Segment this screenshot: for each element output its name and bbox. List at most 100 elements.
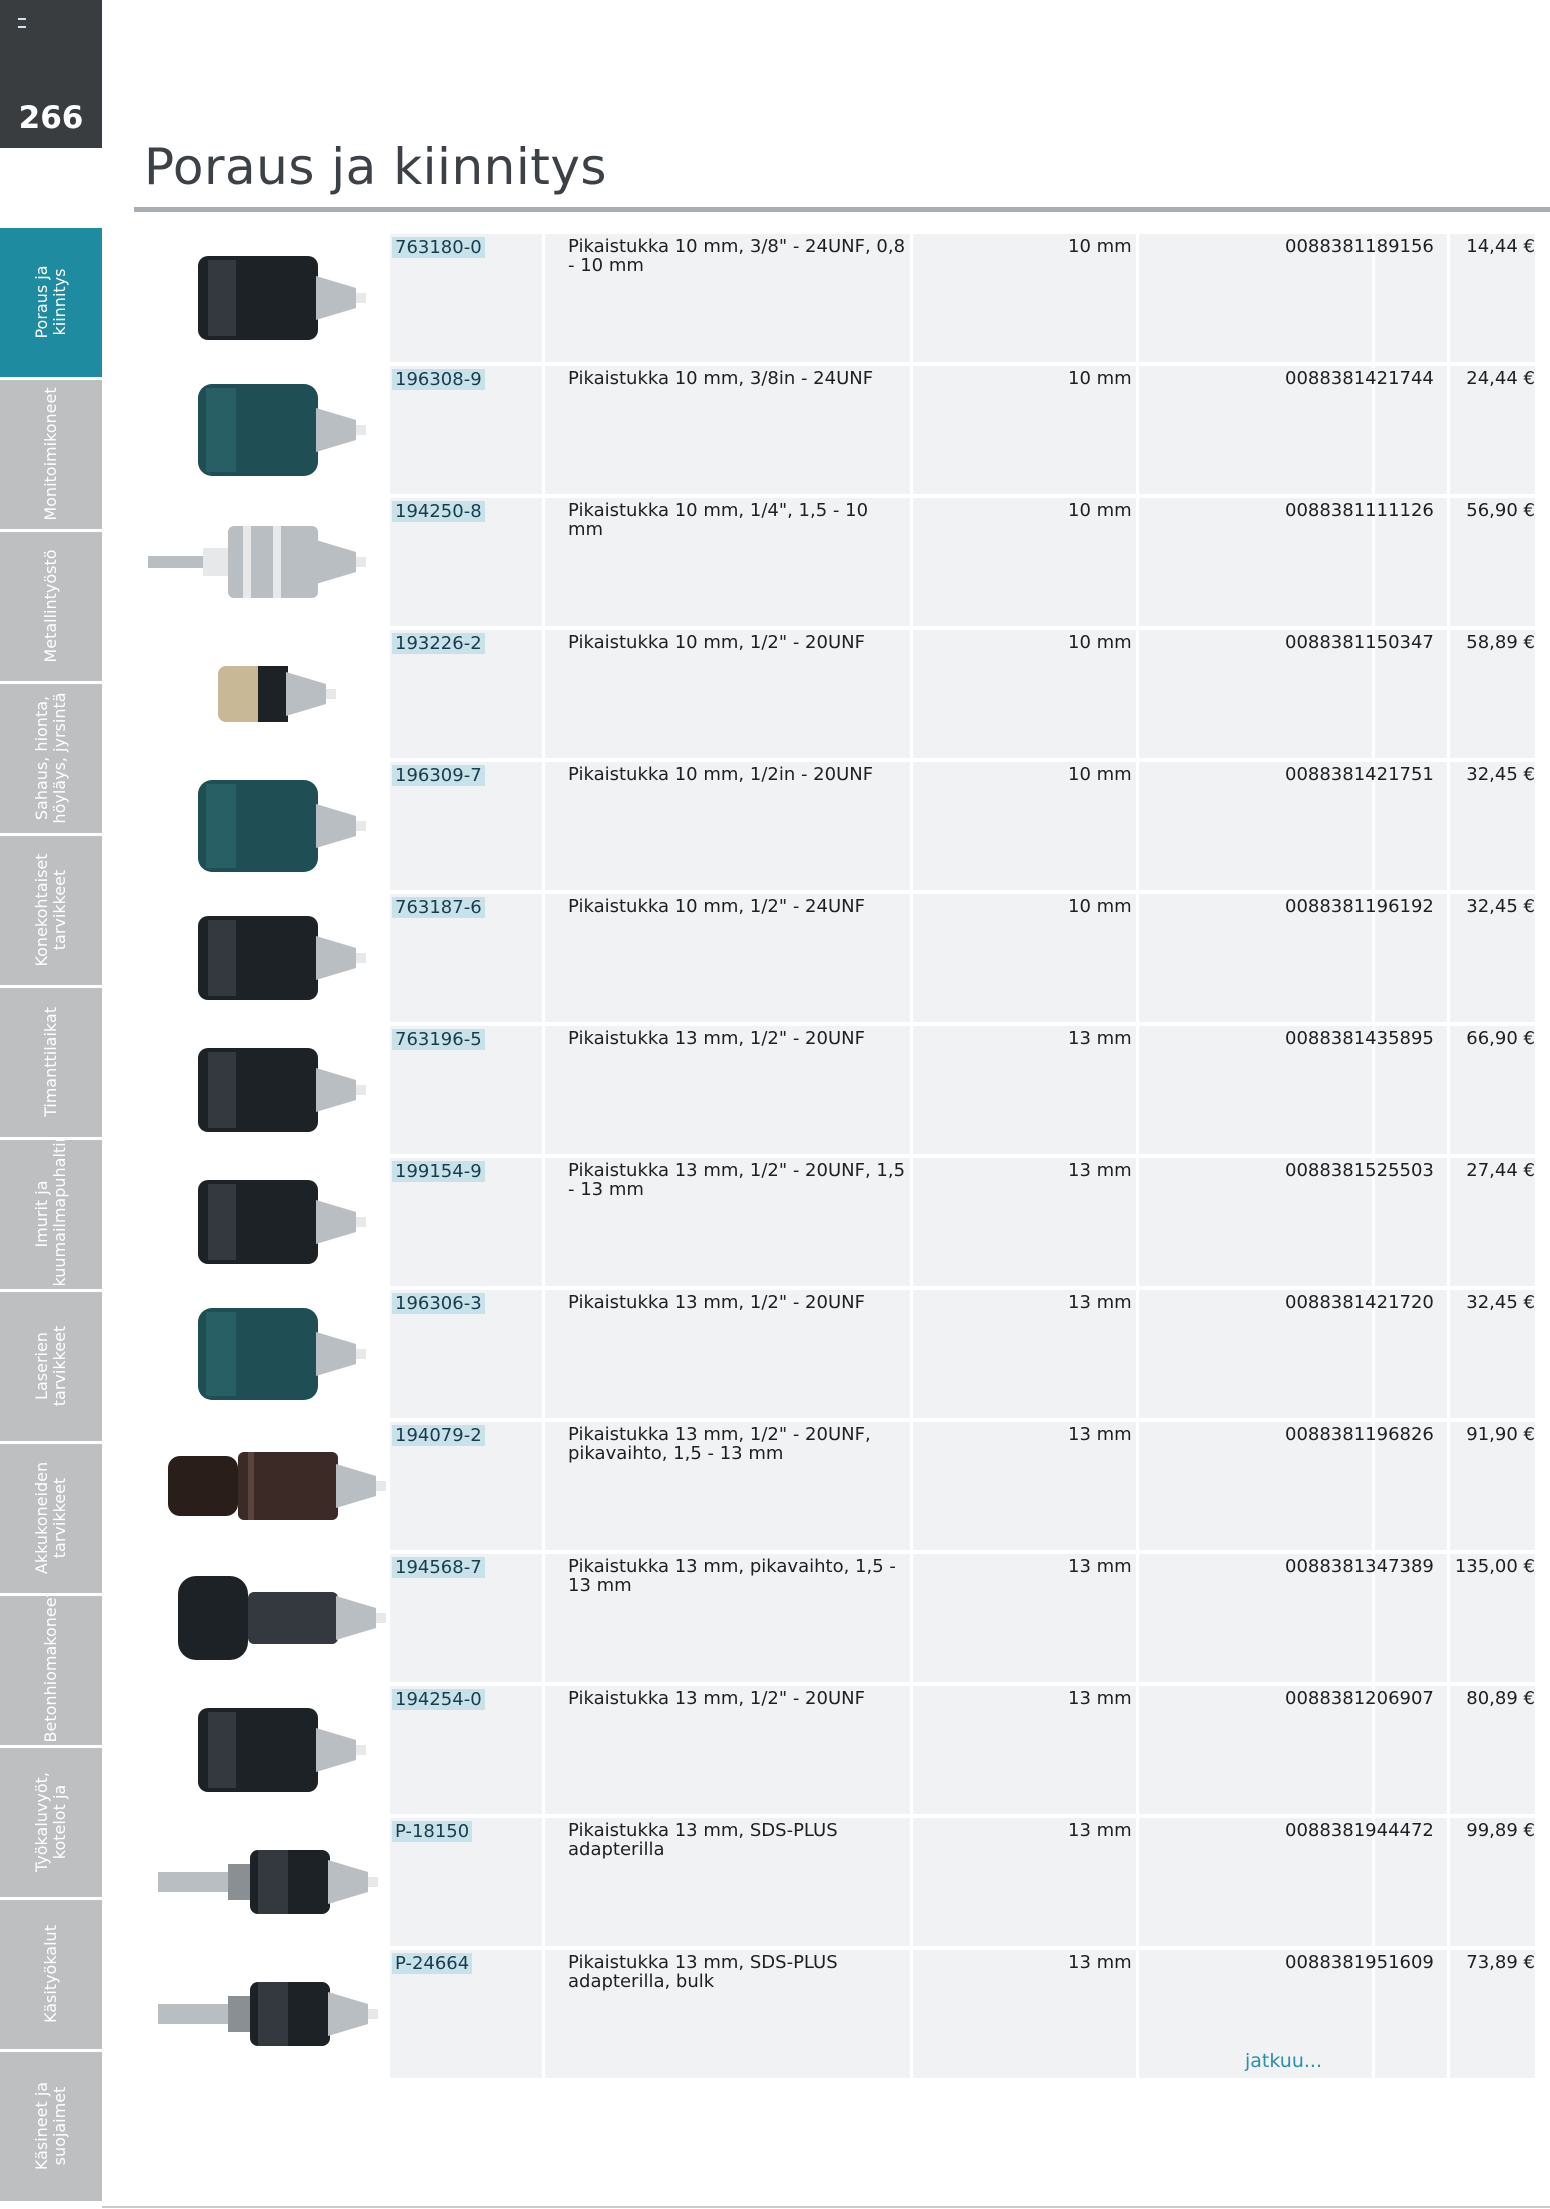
product-image (148, 234, 386, 362)
product-image (148, 1950, 386, 2078)
product-image (148, 1290, 386, 1418)
sidebar-tab[interactable]: Käsineet ja suojaimet (0, 2052, 102, 2201)
product-sku[interactable]: 194568-7 (392, 1557, 485, 1578)
column-separator (1136, 762, 1139, 890)
sidebar-tab[interactable]: Metallintyöstö (0, 532, 102, 681)
product-sku[interactable]: 196306-3 (392, 1293, 485, 1314)
product-row[interactable]: 193226-2 Pikaistukka 10 mm, 1/2" - 20UNF 1… (148, 630, 1535, 762)
continued-link[interactable]: jatkuu... (1245, 2050, 1322, 2072)
product-sku[interactable]: 196309-7 (392, 765, 485, 786)
product-price: 32,45 € (1466, 896, 1535, 917)
product-row[interactable]: 763196-5 Pikaistukka 13 mm, 1/2" - 20UNF 1… (148, 1026, 1535, 1158)
column-separator (542, 1950, 545, 2078)
sidebar-tab[interactable]: Imurit ja kuumailmapuhaltimet (0, 1140, 102, 1289)
product-sku[interactable]: 763196-5 (392, 1029, 485, 1050)
product-sku[interactable]: 196308-9 (392, 369, 485, 390)
product-row[interactable]: 763187-6 Pikaistukka 10 mm, 1/2" - 24UNF 1… (148, 894, 1535, 1026)
product-sku[interactable]: 194254-0 (392, 1689, 485, 1710)
product-row[interactable]: 196306-3 Pikaistukka 13 mm, 1/2" - 20UNF 1… (148, 1290, 1535, 1422)
product-row[interactable]: 194568-7 Pikaistukka 13 mm, pikavaihto, 1… (148, 1554, 1535, 1686)
product-sku[interactable]: 194079-2 (392, 1425, 485, 1446)
sidebar-tab-label: Metallintyöstö (41, 549, 60, 663)
sidebar-tab[interactable]: Poraus ja kiinnitys (0, 228, 102, 377)
product-description: Pikaistukka 10 mm, 3/8" - 24UNF, 0,8 - 1… (568, 236, 906, 276)
column-separator (542, 1554, 545, 1682)
product-sku[interactable]: 763180-0 (392, 237, 485, 258)
column-separator (542, 1026, 545, 1154)
product-description: Pikaistukka 13 mm, SDS-PLUS adapterilla (568, 1820, 838, 1860)
product-sku[interactable]: 194250-8 (392, 501, 485, 522)
product-size: 13 mm (1068, 1028, 1132, 1049)
product-price: 56,90 € (1466, 500, 1535, 521)
product-image (148, 1686, 386, 1814)
column-separator (542, 630, 545, 758)
sidebar-tab-label: Imurit ja kuumailmapuhaltimet (32, 1140, 69, 1287)
product-ean: 0088381421720 (1285, 1292, 1434, 1313)
product-row[interactable]: 196309-7 Pikaistukka 10 mm, 1/2in - 20UNF… (148, 762, 1535, 894)
product-ean: 0088381189156 (1285, 236, 1434, 257)
column-separator (910, 1290, 913, 1418)
sidebar-tab-label: Työkaluvyöt, kotelot ja (32, 1772, 69, 1872)
product-sku[interactable]: P-24664 (392, 1953, 473, 1974)
product-row[interactable]: 763180-0 Pikaistukka 10 mm, 3/8" - 24UNF,… (148, 234, 1535, 366)
sidebar-tab[interactable]: Betonhiomakoneet (0, 1596, 102, 1745)
column-separator (542, 894, 545, 1022)
column-separator (1136, 366, 1139, 494)
product-ean: 0088381951609 (1285, 1952, 1434, 1973)
product-sku[interactable]: 199154-9 (392, 1161, 485, 1182)
sidebar-tab[interactable]: Konekohtaiset tarvikkeet (0, 836, 102, 985)
product-ean: 0088381525503 (1285, 1160, 1434, 1181)
sidebar-tab[interactable]: Sahaus, hionta, höyläys, jyrsintä (0, 684, 102, 833)
column-separator (1447, 762, 1450, 890)
column-separator (910, 630, 913, 758)
sidebar-tab[interactable]: Laserien tarvikkeet (0, 1292, 102, 1441)
product-description: Pikaistukka 13 mm, 1/2" - 20UNF, pikavai… (568, 1424, 871, 1464)
sidebar-tab-label: Betonhiomakoneet (41, 1596, 60, 1743)
column-separator (542, 498, 545, 626)
product-price: 14,44 € (1466, 236, 1535, 257)
product-row[interactable]: 194254-0 Pikaistukka 13 mm, 1/2" - 20UNF 1… (148, 1686, 1535, 1818)
product-size: 10 mm (1068, 236, 1132, 257)
page-number-block: 266 (0, 0, 102, 148)
title-divider (134, 207, 1550, 212)
column-separator (910, 1686, 913, 1814)
column-separator (1447, 366, 1450, 494)
product-row[interactable]: 199154-9 Pikaistukka 13 mm, 1/2" - 20UNF,… (148, 1158, 1535, 1290)
sidebar-tab[interactable]: Käsityökalut (0, 1900, 102, 2049)
product-description: Pikaistukka 13 mm, 1/2" - 20UNF, 1,5 - 1… (568, 1160, 906, 1200)
product-size: 13 mm (1068, 1424, 1132, 1445)
page-title: Poraus ja kiinnitys (144, 138, 607, 196)
column-separator (542, 366, 545, 494)
product-description: Pikaistukka 13 mm, SDS-PLUS adapterilla,… (568, 1952, 838, 1992)
product-row[interactable]: 196308-9 Pikaistukka 10 mm, 3/8in - 24UNF… (148, 366, 1535, 498)
column-separator (542, 234, 545, 362)
product-row[interactable]: P-18150 Pikaistukka 13 mm, SDS-PLUS adapt… (148, 1818, 1535, 1950)
product-price: 27,44 € (1466, 1160, 1535, 1181)
product-size: 13 mm (1068, 1952, 1132, 1973)
product-row[interactable]: 194079-2 Pikaistukka 13 mm, 1/2" - 20UNF,… (148, 1422, 1535, 1554)
sidebar-tab[interactable]: Työkaluvyöt, kotelot ja (0, 1748, 102, 1897)
product-sku[interactable]: 193226-2 (392, 633, 485, 654)
sidebar-tab[interactable]: Monitoimikoneet (0, 380, 102, 529)
product-image (148, 1818, 386, 1946)
product-description: Pikaistukka 10 mm, 3/8in - 24UNF (568, 368, 874, 389)
category-sidebar: Poraus ja kiinnitys Monitoimikoneet Metall… (0, 228, 102, 2204)
product-description: Pikaistukka 13 mm, 1/2" - 20UNF (568, 1688, 865, 1709)
column-separator (910, 1026, 913, 1154)
product-sku[interactable]: 763187-6 (392, 897, 485, 918)
product-row[interactable]: P-24664 Pikaistukka 13 mm, SDS-PLUS adapt… (148, 1950, 1535, 2082)
menu-icon (18, 18, 26, 28)
sidebar-tab[interactable]: Timanttilaikat (0, 988, 102, 1137)
column-separator (1447, 234, 1450, 362)
product-description: Pikaistukka 10 mm, 1/2" - 20UNF (568, 632, 865, 653)
product-row[interactable]: 194250-8 Pikaistukka 10 mm, 1/4", 1,5 - 1… (148, 498, 1535, 630)
column-separator (910, 1950, 913, 2078)
product-description: Pikaistukka 10 mm, 1/2" - 24UNF (568, 896, 865, 917)
column-separator (542, 762, 545, 890)
product-ean: 0088381421751 (1285, 764, 1434, 785)
column-separator (1447, 1950, 1450, 2078)
column-separator (910, 762, 913, 890)
sidebar-tab-label: Laserien tarvikkeet (32, 1325, 69, 1407)
product-sku[interactable]: P-18150 (392, 1821, 473, 1842)
sidebar-tab[interactable]: Akkukoneiden tarvikkeet (0, 1444, 102, 1593)
